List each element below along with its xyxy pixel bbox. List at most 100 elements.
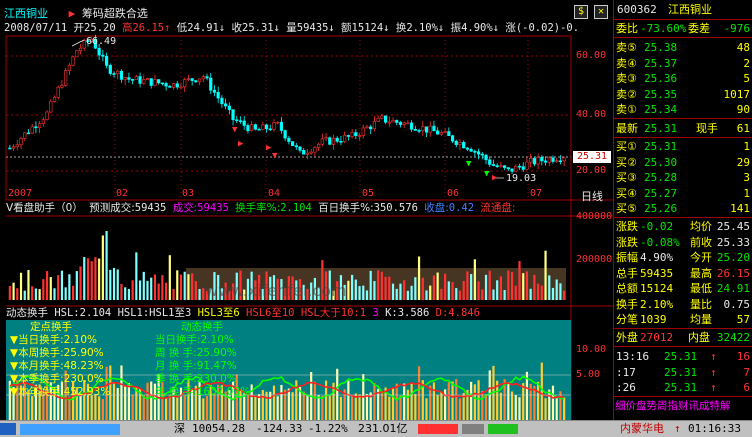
candle (331, 137, 336, 145)
x-tick-05: 05 (362, 188, 375, 199)
volume-bar (90, 261, 93, 300)
daily-line-button[interactable]: 日线 (581, 188, 603, 204)
volume-bar (395, 288, 398, 300)
app-icon[interactable] (0, 423, 16, 435)
volume-bar (23, 290, 26, 300)
turnover-bar (514, 395, 517, 420)
volume-bar (380, 271, 383, 300)
turnover-bar (447, 382, 450, 420)
candle (205, 76, 209, 79)
turnover-bar (142, 395, 145, 420)
ticker-arrow-icon: ↑ (674, 422, 681, 435)
stat-row: 涨跌 -0.08% 前收 25.33 (616, 235, 750, 249)
candle (454, 140, 458, 145)
order-book-row[interactable]: 买④ 25.27 1 (614, 186, 752, 201)
volume-bar (429, 285, 432, 300)
x-tick-02: 02 (116, 188, 129, 199)
progress-icon (20, 424, 120, 435)
order-book-row[interactable]: 卖③ 25.36 5 (614, 71, 752, 86)
candle (8, 147, 12, 150)
candle (305, 152, 310, 155)
candle (302, 149, 306, 155)
vol-tick-200000: 200000 (576, 254, 613, 265)
candle (168, 85, 172, 88)
turnover-bar (176, 397, 179, 420)
volume-bar (176, 270, 179, 300)
candle (238, 120, 243, 122)
candle (224, 103, 228, 107)
ticker-name[interactable]: 内蒙华电 (620, 421, 664, 437)
volume-bar (98, 258, 101, 300)
turnover-bar (261, 390, 264, 420)
volume-indicator-title[interactable]: V看盘助手（0） (6, 202, 83, 214)
stat-row: 总手 59435 最高 26.15 (616, 266, 750, 280)
up-bar (418, 424, 458, 434)
candle (510, 168, 514, 172)
volume-bar (417, 256, 421, 300)
candle (101, 54, 105, 57)
order-book-row[interactable]: 卖② 25.35 1017 (614, 87, 752, 102)
x-tick-07: 07 (530, 188, 543, 199)
stock-code: 600362 (617, 3, 657, 16)
x-tick-04: 04 (268, 188, 281, 199)
candle (376, 117, 380, 122)
volume-bar (533, 274, 536, 300)
candle (410, 122, 414, 130)
volume-bar (57, 275, 60, 300)
volume-bar (68, 274, 71, 300)
volume-bar (466, 271, 469, 300)
order-book-row[interactable]: 卖④ 25.37 2 (614, 56, 752, 71)
turnover-bar (254, 396, 257, 420)
volume-bar (153, 274, 157, 300)
order-book-row[interactable]: 买⑤ 25.26 141 (614, 201, 752, 216)
volume-bar (444, 273, 447, 300)
volume-bar (388, 276, 391, 300)
candle (160, 82, 164, 85)
turnover-bar (395, 383, 398, 420)
stat-row: 涨跌 -0.02 均价 25.45 (616, 220, 750, 233)
turnover-bar (391, 388, 395, 420)
volume-bar (12, 282, 15, 300)
order-book-row[interactable]: 买② 25.30 29 (614, 155, 752, 170)
candle (56, 87, 60, 98)
candle (75, 50, 79, 58)
tick-row: :26 25.31 ↑ 6 (616, 381, 750, 394)
order-book-row[interactable]: 卖⑤ 25.38 48 (614, 40, 752, 55)
turnover-bar (328, 395, 331, 420)
tick-row: :17 25.31 ↑ 7 (616, 365, 750, 379)
candle (324, 137, 328, 140)
turnover-bar (477, 380, 480, 420)
candle (532, 158, 536, 165)
turnover-bar (339, 396, 343, 420)
turnover-bar (146, 382, 149, 420)
turnover-bar (518, 397, 521, 420)
turnover-bar (165, 398, 168, 420)
turnover-tick-10: 10.00 (576, 344, 607, 355)
volume-bar (365, 290, 369, 300)
turnover-bar (507, 382, 510, 420)
candle (354, 132, 358, 137)
turnover-bar (351, 396, 354, 420)
candle (197, 78, 202, 83)
candle (484, 154, 488, 161)
order-book-row[interactable]: 卖① 25.34 90 (614, 102, 752, 117)
volume-bar (146, 280, 149, 300)
candle (476, 151, 481, 155)
volume-panel-header: V看盘助手（0） 预测成交:59435 成交:59435 换手率%:2.104 … (6, 202, 516, 214)
volume-bar (548, 275, 551, 300)
order-book-row[interactable]: 买③ 25.28 3 (614, 170, 752, 185)
volume-bar (38, 289, 41, 300)
fixed-row: ▼本周换手:25.90% (10, 347, 104, 359)
order-book-row[interactable]: 买① 25.31 1 (614, 139, 752, 154)
dynamic-turnover-table: 动态换手 当日换手:2.10% 周 换 手:25.90% 月 换 手:91.47… (155, 321, 250, 399)
candle (71, 56, 75, 66)
candle (361, 127, 365, 136)
turnover-indicator-title[interactable]: 动态换手 (6, 307, 48, 319)
volume-bar (351, 274, 354, 300)
turnover-bar (131, 394, 134, 420)
candle (469, 148, 473, 152)
volume-bar (377, 270, 380, 300)
candle (491, 164, 496, 166)
candle (369, 126, 373, 130)
volume-bar (492, 289, 495, 300)
